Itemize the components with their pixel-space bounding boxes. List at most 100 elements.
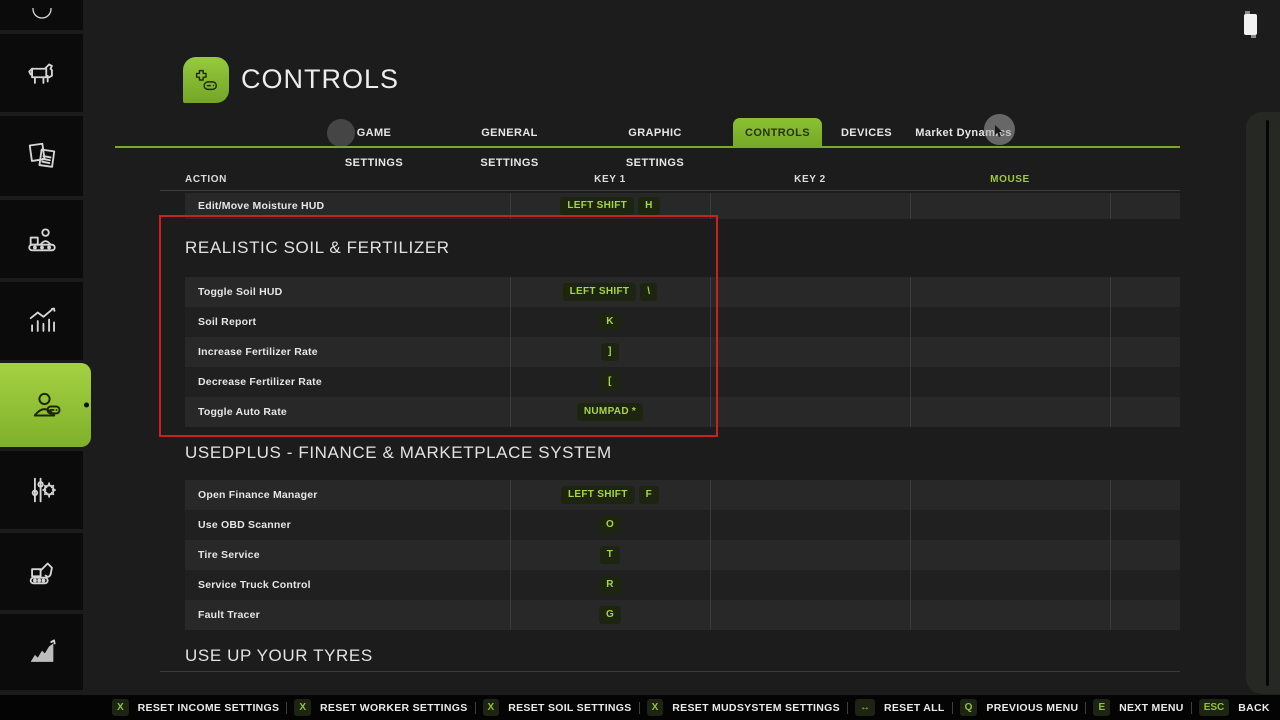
table-row[interactable]: Tire Service T: [185, 540, 1180, 570]
key-hint-chip: ESC: [1199, 699, 1230, 716]
reset-all-button[interactable]: ↔ RESET ALL: [855, 699, 945, 716]
scrollbar-groove: [1266, 120, 1269, 686]
key1-cell[interactable]: R: [510, 576, 710, 594]
footer-label: RESET WORKER SETTINGS: [320, 702, 467, 714]
action-label: Edit/Move Moisture HUD: [185, 200, 510, 212]
sidebar-item-statistics[interactable]: [0, 282, 83, 360]
sidebar-item-player-controls[interactable]: [0, 363, 91, 447]
sidebar-item-time[interactable]: [0, 0, 83, 30]
footer-separator: [847, 702, 848, 714]
footer-label: NEXT MENU: [1119, 702, 1184, 714]
binding-group: Open Finance Manager LEFT SHIFT F Use OB…: [185, 480, 1180, 630]
reset-mudsystem-settings-button[interactable]: X RESET MUDSYSTEM SETTINGS: [647, 699, 840, 716]
table-row[interactable]: Service Truck Control R: [185, 570, 1180, 600]
cow-icon: [25, 56, 59, 90]
key-binding-chip[interactable]: O: [599, 516, 621, 534]
excavator-icon: [25, 555, 59, 589]
table-row[interactable]: Use OBD Scanner O: [185, 510, 1180, 540]
bar-chart-icon: [25, 304, 59, 338]
table-row[interactable]: Open Finance Manager LEFT SHIFT F: [185, 480, 1180, 510]
back-button[interactable]: ESC BACK: [1199, 699, 1270, 716]
key-hint-chip: E: [1093, 699, 1110, 716]
table-row[interactable]: Fault Tracer G: [185, 600, 1180, 630]
clock-icon: [30, 8, 54, 22]
footer-separator: [1191, 702, 1192, 714]
column-header-key2: KEY 2: [710, 174, 910, 185]
next-menu-button[interactable]: E NEXT MENU: [1093, 699, 1183, 716]
cursor-arrow-icon: [994, 125, 1005, 138]
column-header-key1: KEY 1: [510, 174, 710, 185]
footer-label: RESET MUDSYSTEM SETTINGS: [672, 702, 840, 714]
footer-separator: [639, 702, 640, 714]
tab-controls[interactable]: CONTROLS: [733, 118, 822, 148]
key1-cell[interactable]: LEFT SHIFT H: [510, 197, 710, 215]
footer-label: BACK: [1238, 702, 1270, 714]
key-hint-chip: X: [647, 699, 664, 716]
battery-icon: [1244, 14, 1257, 35]
key-binding-chip[interactable]: H: [638, 197, 660, 215]
footer-separator: [286, 702, 287, 714]
key1-cell[interactable]: O: [510, 516, 710, 534]
sidebar-item-animals[interactable]: [0, 34, 83, 112]
key1-cell[interactable]: T: [510, 546, 710, 564]
key1-cell[interactable]: G: [510, 606, 710, 624]
key-binding-chip[interactable]: T: [600, 546, 620, 564]
reset-income-settings-button[interactable]: X RESET INCOME SETTINGS: [112, 699, 279, 716]
person-gamepad-icon: [28, 387, 64, 423]
key-hint-chip: X: [112, 699, 129, 716]
sidebar-item-finances[interactable]: [0, 614, 83, 690]
sidebar-item-contracts[interactable]: [0, 116, 83, 196]
key-hint-chip: Q: [960, 699, 978, 716]
sidebar-item-vehicles[interactable]: [0, 533, 83, 610]
footer-label: RESET INCOME SETTINGS: [138, 702, 280, 714]
sidebar-item-mod-settings[interactable]: [0, 451, 83, 529]
footer-hotkey-bar: X RESET INCOME SETTINGS X RESET WORKER S…: [0, 695, 1280, 720]
reset-soil-settings-button[interactable]: X RESET SOIL SETTINGS: [483, 699, 632, 716]
sliders-gear-icon: [25, 473, 59, 507]
previous-menu-button[interactable]: Q PREVIOUS MENU: [960, 699, 1079, 716]
mouse-cursor: [984, 114, 1015, 145]
action-label: Tire Service: [185, 549, 510, 561]
key1-cell[interactable]: LEFT SHIFT F: [510, 486, 710, 504]
footer-separator: [952, 702, 953, 714]
key-binding-chip[interactable]: R: [599, 576, 621, 594]
footer-label: RESET SOIL SETTINGS: [508, 702, 631, 714]
footer-separator: [475, 702, 476, 714]
tab-general-settings[interactable]: GENERAL SETTINGS: [452, 118, 567, 148]
page-title: CONTROLS: [241, 64, 399, 95]
key-binding-chip[interactable]: LEFT SHIFT: [561, 486, 635, 504]
click-ripple: [327, 119, 355, 147]
production-icon: [25, 222, 59, 256]
table-header-divider: [160, 190, 1180, 191]
tab-graphic-settings[interactable]: GRAPHIC SETTINGS: [600, 118, 710, 148]
settings-screen: CONTROLS GAME SETTINGS GENERAL SETTINGS …: [0, 0, 1280, 720]
key-binding-chip[interactable]: G: [599, 606, 621, 624]
tab-devices[interactable]: DEVICES: [838, 118, 895, 148]
column-header-action: ACTION: [185, 174, 227, 185]
controls-gamepad-icon: [191, 65, 221, 95]
key-binding-chip[interactable]: F: [639, 486, 659, 504]
footer-label: PREVIOUS MENU: [986, 702, 1078, 714]
key-hint-chip: X: [294, 699, 311, 716]
section-title-usedplus: USEDPLUS - FINANCE & MARKETPLACE SYSTEM: [185, 443, 612, 463]
documents-icon: [25, 139, 59, 173]
controls-header-icon: [183, 57, 229, 103]
key-binding-chip[interactable]: LEFT SHIFT: [560, 197, 634, 215]
tabs-underline: [115, 146, 1180, 148]
reset-worker-settings-button[interactable]: X RESET WORKER SETTINGS: [294, 699, 467, 716]
mountain-chart-icon: [25, 635, 59, 669]
section-title-use-up-tyres: USE UP YOUR TYRES: [185, 646, 373, 666]
highlight-rectangle: [159, 215, 718, 437]
column-header-mouse: MOUSE: [910, 174, 1110, 185]
key-hint-chip: ↔: [855, 699, 875, 716]
footer-label: RESET ALL: [884, 702, 945, 714]
scrollbar[interactable]: [1246, 112, 1280, 694]
action-label: Fault Tracer: [185, 609, 510, 621]
sidebar-item-production[interactable]: [0, 200, 83, 278]
action-label: Use OBD Scanner: [185, 519, 510, 531]
footer-separator: [1085, 702, 1086, 714]
sidebar: [0, 0, 83, 695]
action-label: Open Finance Manager: [185, 489, 510, 501]
key-hint-chip: X: [483, 699, 500, 716]
section-divider: [160, 671, 1180, 672]
